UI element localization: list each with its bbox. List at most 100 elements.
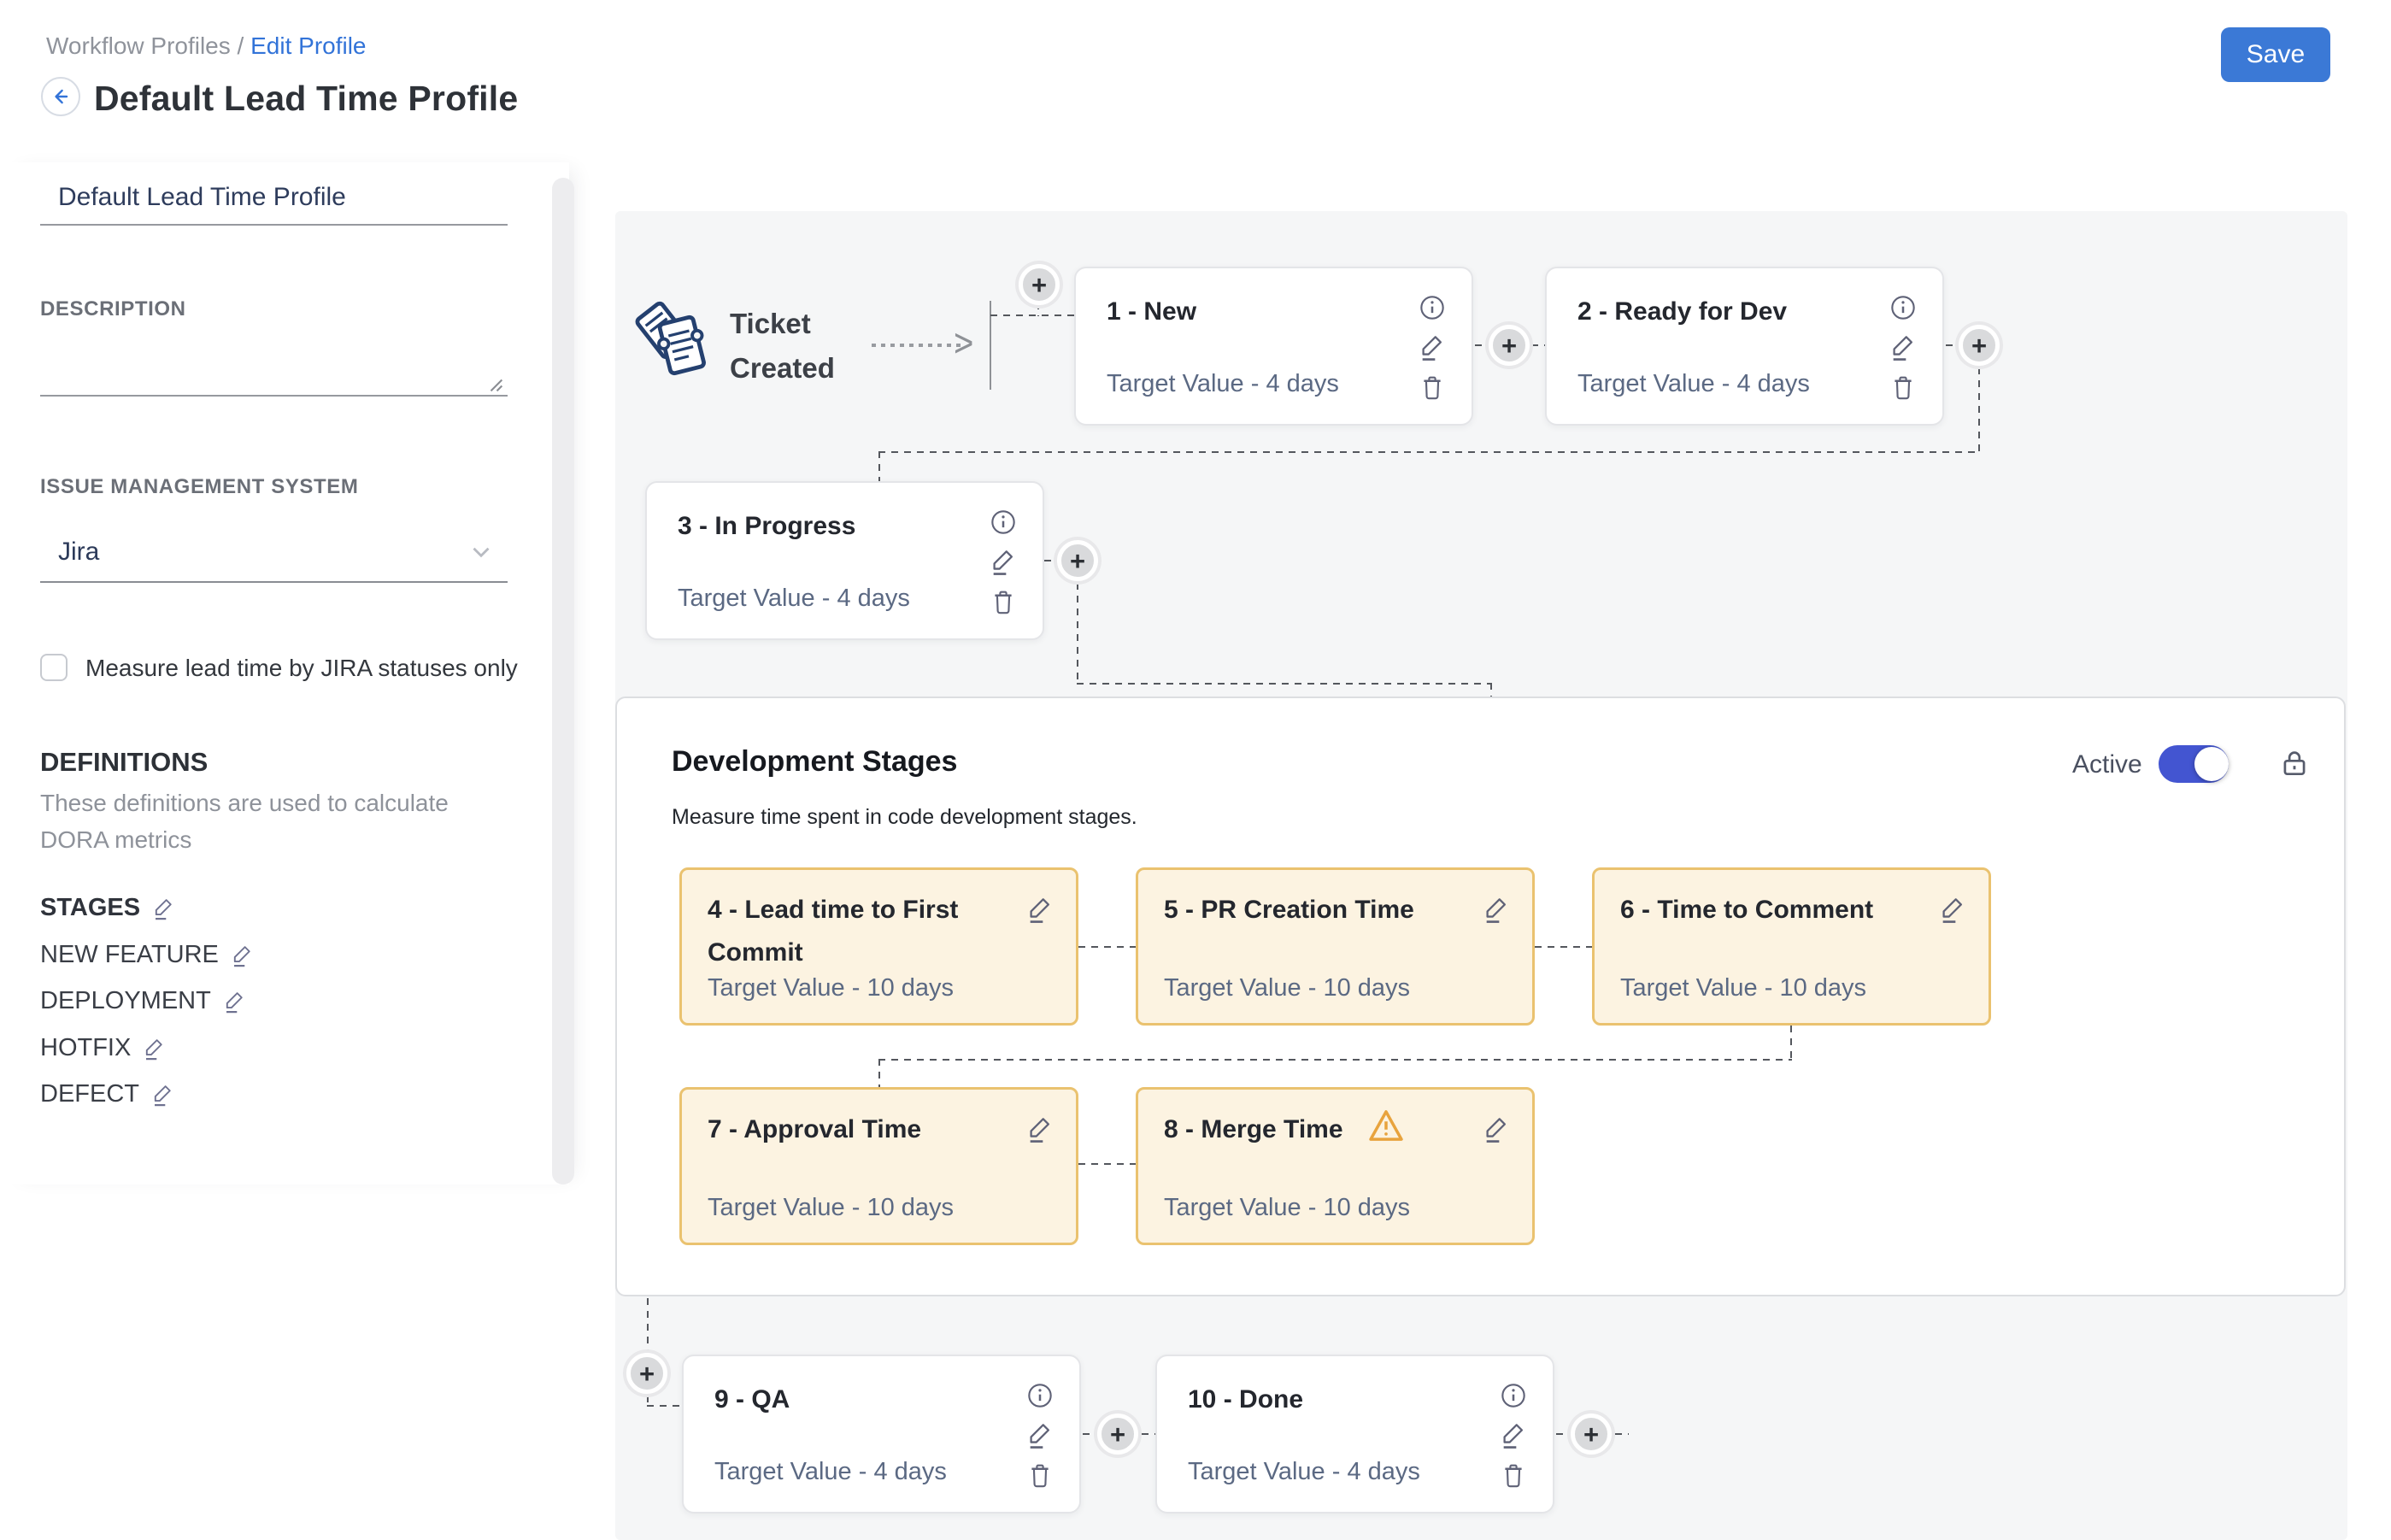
add-stage-button[interactable]: + [626, 1353, 667, 1394]
start-label-line2: Created [730, 352, 835, 385]
active-toggle[interactable] [2159, 745, 2229, 783]
lock-icon[interactable] [2278, 747, 2311, 779]
node-title: 1 - New [1107, 297, 1196, 326]
jira-statuses-checkbox-label: Measure lead time by JIRA statuses only [85, 655, 518, 682]
edit-icon[interactable] [1483, 894, 1510, 924]
edit-icon[interactable] [1026, 1114, 1054, 1143]
stage-title: 6 - Time to Comment [1620, 889, 1873, 932]
trash-icon[interactable] [990, 589, 1017, 616]
edit-hotfix-icon[interactable] [143, 1036, 166, 1061]
node-target-value: Target Value - 4 days [1577, 370, 1810, 398]
category-row-new-feature: NEW FEATURE [40, 941, 254, 969]
connector-dashed [1077, 583, 1078, 683]
dev-stage-4-lead-time-to-first-commit: 4 - Lead time to First Commit Target Val… [679, 867, 1078, 1026]
textarea-resize-handle[interactable] [482, 371, 506, 395]
connector-dashed [1142, 1433, 1155, 1435]
stages-label: STAGES [40, 894, 140, 922]
node-title: 2 - Ready for Dev [1577, 297, 1787, 326]
development-stages-title: Development Stages [672, 745, 957, 779]
info-icon[interactable] [990, 508, 1017, 536]
node-target-value: Target Value - 4 days [1107, 370, 1339, 398]
breadcrumb-separator: / [238, 32, 251, 59]
definitions-description: These definitions are used to calculate … [40, 785, 485, 858]
edit-icon[interactable] [1889, 332, 1917, 361]
connector-dashed [1615, 1433, 1629, 1435]
save-button[interactable]: Save [2221, 27, 2330, 82]
add-stage-button[interactable]: + [1019, 264, 1060, 305]
edit-deployment-icon[interactable] [223, 989, 246, 1014]
ims-selected-value: Jira [58, 538, 99, 567]
workflow-node-10-done: 10 - Done Target Value - 4 days [1155, 1355, 1554, 1514]
edit-defect-icon[interactable] [151, 1082, 174, 1107]
jira-statuses-checkbox[interactable] [40, 654, 68, 681]
edit-stages-icon[interactable] [152, 896, 175, 920]
connector-dashed [1078, 946, 1136, 948]
edit-icon[interactable] [1419, 332, 1446, 361]
info-icon[interactable] [1889, 294, 1917, 321]
connector-dashed [647, 1405, 682, 1407]
add-stage-button[interactable]: + [1057, 540, 1098, 581]
add-stage-button[interactable]: + [1959, 325, 2000, 366]
edit-icon[interactable] [990, 546, 1017, 576]
node-title: 10 - Done [1188, 1385, 1303, 1414]
info-icon[interactable] [1419, 294, 1446, 321]
profile-name-input[interactable] [40, 171, 508, 226]
ims-label: ISSUE MANAGEMENT SYSTEM [40, 475, 359, 499]
warning-icon [1367, 1107, 1405, 1144]
workflow-node-3-in-progress: 3 - In Progress Target Value - 4 days [645, 481, 1044, 640]
description-textarea[interactable] [40, 323, 508, 397]
info-icon[interactable] [1500, 1382, 1527, 1409]
edit-icon[interactable] [1026, 1420, 1054, 1449]
connector-dashed [1044, 560, 1057, 561]
start-arrowhead-icon: > [954, 322, 973, 367]
stage-target-value: Target Value - 10 days [1620, 974, 1866, 1002]
page-title: Default Lead Time Profile [94, 79, 518, 119]
connector-dashed [878, 451, 1980, 453]
category-row-defect: DEFECT [40, 1080, 174, 1108]
connector-dashed [647, 1298, 649, 1351]
edit-icon[interactable] [1500, 1420, 1527, 1449]
workflow-node-1-new: 1 - New Target Value - 4 days [1074, 267, 1473, 426]
connector-dashed [878, 1059, 880, 1087]
connector-dashed [1490, 683, 1492, 697]
stage-title: 4 - Lead time to First Commit [708, 889, 1007, 974]
add-stage-button[interactable]: + [1489, 325, 1530, 366]
start-arrow-line [872, 344, 961, 347]
category-label: HOTFIX [40, 1034, 131, 1062]
sidebar-scrollbar[interactable] [552, 178, 574, 1184]
category-row-deployment: DEPLOYMENT [40, 987, 246, 1015]
trash-icon[interactable] [1500, 1462, 1527, 1490]
edit-icon[interactable] [1026, 894, 1054, 924]
add-stage-button[interactable]: + [1571, 1414, 1612, 1455]
node-target-value: Target Value - 4 days [678, 585, 910, 613]
stage-target-value: Target Value - 10 days [1164, 974, 1410, 1002]
trash-icon[interactable] [1889, 374, 1917, 402]
edit-new-feature-icon[interactable] [231, 943, 254, 967]
category-label: NEW FEATURE [40, 941, 219, 969]
breadcrumb-root-link[interactable]: Workflow Profiles [46, 32, 231, 59]
trash-icon[interactable] [1026, 1462, 1054, 1490]
trash-icon[interactable] [1419, 374, 1446, 402]
edit-icon[interactable] [1483, 1114, 1510, 1143]
ims-select[interactable]: Jira [40, 523, 508, 583]
definitions-heading: DEFINITIONS [40, 747, 208, 778]
plus-icon: + [1110, 1421, 1125, 1448]
plus-icon: + [1501, 332, 1517, 359]
info-icon[interactable] [1026, 1382, 1054, 1409]
ticket-icon [634, 296, 713, 381]
stage-target-value: Target Value - 10 days [708, 974, 954, 1002]
edit-icon[interactable] [1939, 894, 1966, 924]
connector-dashed [1556, 1433, 1569, 1435]
start-label-line1: Ticket [730, 308, 811, 340]
connector-dashed [878, 1059, 1792, 1061]
connector-dashed [1475, 344, 1489, 346]
back-button[interactable] [41, 77, 80, 116]
connector-dashed [1978, 367, 1980, 451]
add-stage-button[interactable]: + [1097, 1414, 1138, 1455]
connector-dashed [1077, 683, 1492, 685]
workflow-node-2-ready-for-dev: 2 - Ready for Dev Target Value - 4 days [1545, 267, 1944, 426]
breadcrumb-current-link[interactable]: Edit Profile [250, 32, 366, 59]
connector-dashed [1078, 1163, 1136, 1165]
connector-dashed [1535, 946, 1592, 948]
connector-dashed [1946, 344, 1959, 346]
